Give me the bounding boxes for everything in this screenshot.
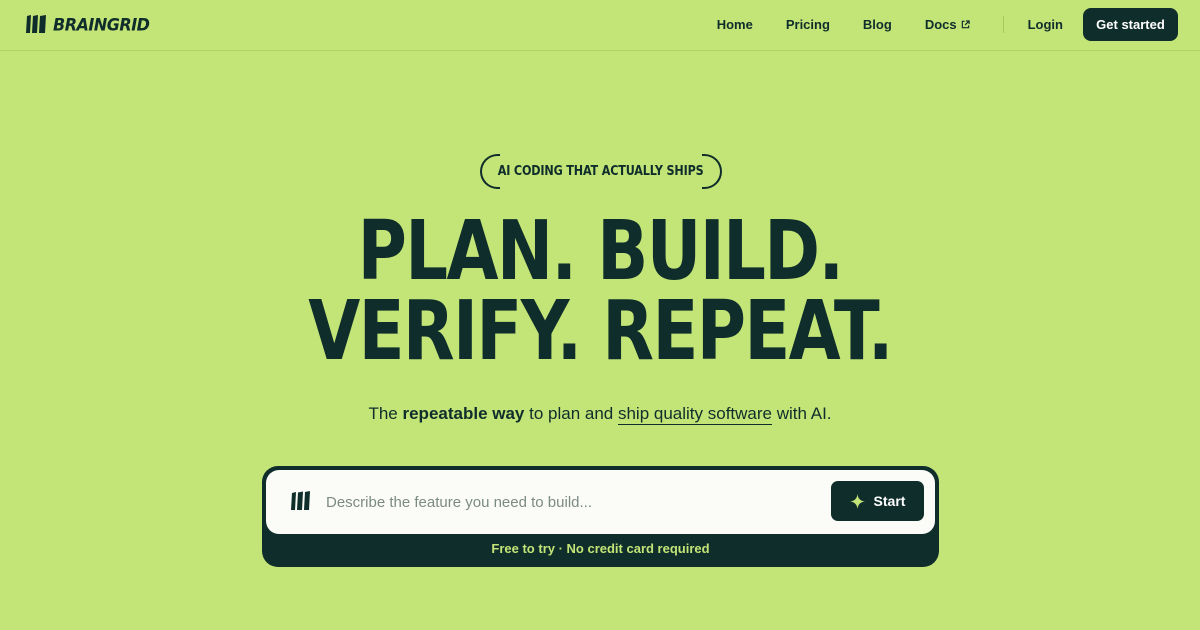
nav-link-docs[interactable]: Docs [925, 17, 970, 32]
external-link-icon [961, 20, 970, 29]
brand-name: BRAINGRID [53, 14, 150, 34]
subtitle-text: to plan and [524, 404, 618, 423]
badge-bracket-right [702, 154, 722, 189]
nav-link-label: Home [716, 17, 753, 32]
nav-link-blog[interactable]: Blog [863, 17, 892, 32]
nav-link-label: Pricing [785, 17, 830, 32]
nav-links: Home Pricing Blog Docs Login Get started [717, 8, 1178, 41]
braingrid-logo-icon [290, 491, 311, 511]
headline-line-2: VERIFY. REPEAT. [308, 284, 893, 379]
get-started-button[interactable]: Get started [1083, 8, 1178, 41]
start-label: Start [873, 493, 906, 509]
start-button[interactable]: Start [831, 481, 924, 521]
subtitle-underlined-link[interactable]: ship quality software [617, 404, 772, 425]
subtitle-bold: repeatable way [402, 404, 525, 423]
prompt-card: Start Free to try · No credit card requi… [262, 466, 939, 567]
nav-link-label: Blog [862, 17, 892, 32]
brand-logo[interactable]: BRAINGRID [25, 13, 150, 35]
landing-page: BRAINGRID Home Pricing Blog Docs Login G… [0, 0, 1200, 630]
hero-headline: PLAN. BUILD. VERIFY. REPEAT. [0, 204, 1200, 379]
headline-line-1: PLAN. BUILD. [357, 204, 844, 299]
login-link[interactable]: Login [1028, 17, 1063, 32]
braingrid-logo-icon [25, 15, 47, 33]
subtitle-text: The [368, 404, 403, 423]
hero-badge: AI CODING THAT ACTUALLY SHIPS [480, 154, 722, 189]
nav-link-pricing[interactable]: Pricing [786, 17, 830, 32]
sparkle-icon [849, 493, 865, 509]
prompt-input-box: Start [266, 470, 935, 534]
nav-link-label: Docs [924, 17, 957, 32]
badge-text: AI CODING THAT ACTUALLY SHIPS [498, 164, 704, 179]
prompt-footer-note: Free to try · No credit card required [491, 541, 710, 556]
nav-divider [1002, 16, 1004, 33]
feature-prompt-input[interactable] [326, 488, 826, 516]
hero-subtitle: The repeatable way to plan and ship qual… [0, 404, 1200, 425]
subtitle-text: with AI. [772, 404, 832, 423]
top-nav: BRAINGRID Home Pricing Blog Docs Login G… [0, 0, 1200, 51]
nav-link-home[interactable]: Home [717, 17, 753, 32]
